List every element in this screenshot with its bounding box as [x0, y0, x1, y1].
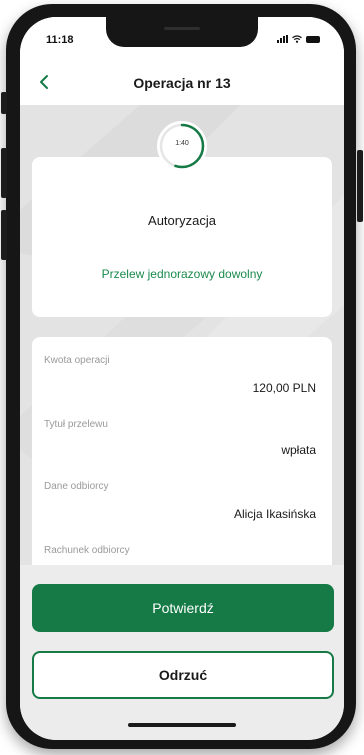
- signal-icon: [277, 35, 288, 43]
- mute-switch: [1, 92, 7, 114]
- phone-screen: 11:18 Operacja nr 13 Autoryzacja Przelew…: [20, 17, 344, 740]
- operation-details: Kwota operacji 120,00 PLN Tytuł przelewu…: [32, 337, 332, 577]
- wifi-icon: [292, 35, 302, 43]
- status-time: 11:18: [46, 34, 74, 46]
- confirm-button[interactable]: Potwierdź: [32, 584, 334, 632]
- speaker-grille: [164, 27, 200, 30]
- account-label: Rachunek odbiorcy: [44, 545, 130, 556]
- reject-button[interactable]: Odrzuć: [32, 651, 334, 699]
- title-label: Tytuł przelewu: [44, 419, 108, 430]
- timer-value: 1:40: [175, 140, 189, 147]
- amount-label: Kwota operacji: [44, 355, 110, 366]
- battery-icon: [306, 35, 320, 43]
- volume-down-button: [1, 210, 7, 260]
- page-title: Operacja nr 13: [133, 75, 231, 91]
- app-header: Operacja nr 13: [20, 61, 344, 105]
- authorization-title: Autoryzacja: [148, 213, 216, 228]
- recipient-value: Alicja Ikasińska: [233, 507, 316, 521]
- title-value: wpłata: [281, 443, 316, 457]
- authorization-card: Autoryzacja Przelew jednorazowy dowolny: [32, 157, 332, 317]
- volume-up-button: [1, 148, 7, 198]
- transfer-type: Przelew jednorazowy dowolny: [101, 267, 263, 281]
- camera-notch: [106, 17, 258, 47]
- countdown-timer: 1:40: [157, 121, 207, 171]
- recipient-label: Dane odbiorcy: [44, 481, 109, 492]
- power-button: [357, 150, 363, 222]
- status-icons: [277, 35, 320, 43]
- home-indicator[interactable]: [128, 723, 236, 727]
- amount-value: 120,00 PLN: [252, 381, 316, 395]
